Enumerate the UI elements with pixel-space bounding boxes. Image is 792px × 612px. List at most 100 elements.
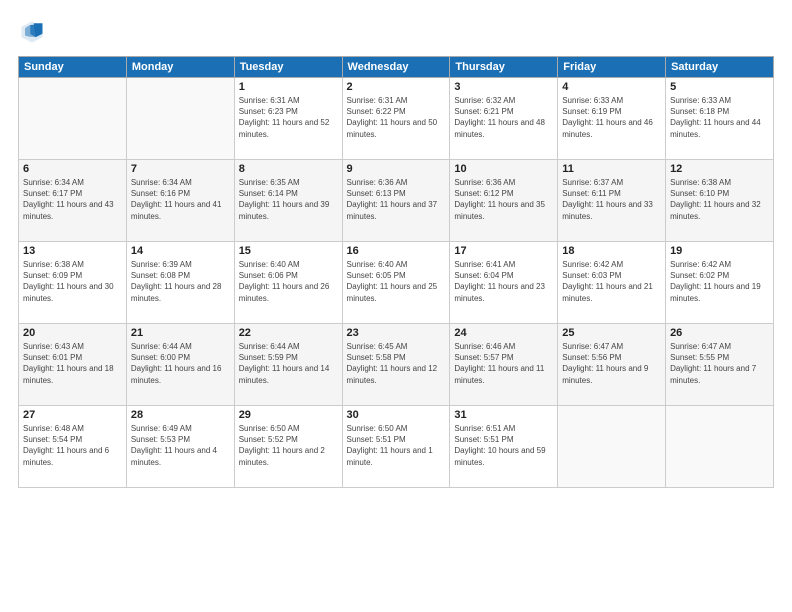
day-number: 21 — [131, 327, 230, 339]
calendar-cell: 26 Sunrise: 6:47 AMSunset: 5:55 PMDayligh… — [666, 324, 774, 406]
day-number: 30 — [347, 409, 446, 421]
header-thursday: Thursday — [450, 57, 558, 78]
calendar-cell: 29 Sunrise: 6:50 AMSunset: 5:52 PMDayligh… — [234, 406, 342, 488]
day-number: 19 — [670, 245, 769, 257]
day-number: 2 — [347, 81, 446, 93]
calendar-cell: 4Sunrise: 6:33 AMSunset: 6:19 PMDaylight… — [558, 78, 666, 160]
day-number: 10 — [454, 163, 553, 175]
day-detail: Sunrise: 6:45 AMSunset: 5:58 PMDaylight:… — [347, 341, 446, 386]
header-friday: Friday — [558, 57, 666, 78]
day-number: 31 — [454, 409, 553, 421]
day-detail: Sunrise: 6:38 AMSunset: 6:09 PMDaylight:… — [23, 259, 122, 304]
logo — [18, 18, 50, 46]
header-tuesday: Tuesday — [234, 57, 342, 78]
day-detail: Sunrise: 6:34 AMSunset: 6:16 PMDaylight:… — [131, 177, 230, 222]
day-number: 20 — [23, 327, 122, 339]
calendar-cell: 31 Sunrise: 6:51 AMSunset: 5:51 PMDayligh… — [450, 406, 558, 488]
calendar-cell: 9 Sunrise: 6:36 AMSunset: 6:13 PMDaylight… — [342, 160, 450, 242]
day-number: 18 — [562, 245, 661, 257]
day-number: 4 — [562, 81, 661, 93]
day-number: 29 — [239, 409, 338, 421]
day-number: 17 — [454, 245, 553, 257]
day-detail: Sunrise: 6:36 AMSunset: 6:13 PMDaylight:… — [347, 177, 446, 222]
day-detail: Sunrise: 6:40 AMSunset: 6:05 PMDaylight:… — [347, 259, 446, 304]
calendar-cell: 1 Sunrise: 6:31 AMSunset: 6:23 PMDaylight… — [234, 78, 342, 160]
header-row: SundayMondayTuesdayWednesdayThursdayFrid… — [19, 57, 774, 78]
day-detail: Sunrise: 6:42 AMSunset: 6:03 PMDaylight:… — [562, 259, 661, 304]
day-detail: Sunrise: 6:44 AMSunset: 6:00 PMDaylight:… — [131, 341, 230, 386]
day-number: 15 — [239, 245, 338, 257]
calendar-cell: 6Sunrise: 6:34 AMSunset: 6:17 PMDaylight… — [19, 160, 127, 242]
calendar-cell: 13 Sunrise: 6:38 AMSunset: 6:09 PMDayligh… — [19, 242, 127, 324]
logo-icon — [18, 18, 46, 46]
day-detail: Sunrise: 6:39 AMSunset: 6:08 PMDaylight:… — [131, 259, 230, 304]
day-detail: Sunrise: 6:47 AMSunset: 5:55 PMDaylight:… — [670, 341, 769, 386]
calendar-cell: 12 Sunrise: 6:38 AMSunset: 6:10 PMDayligh… — [666, 160, 774, 242]
day-detail: Sunrise: 6:50 AMSunset: 5:52 PMDaylight:… — [239, 423, 338, 468]
day-number: 25 — [562, 327, 661, 339]
day-number: 26 — [670, 327, 769, 339]
calendar-cell: 14 Sunrise: 6:39 AMSunset: 6:08 PMDayligh… — [126, 242, 234, 324]
day-detail: Sunrise: 6:35 AMSunset: 6:14 PMDaylight:… — [239, 177, 338, 222]
day-detail: Sunrise: 6:42 AMSunset: 6:02 PMDaylight:… — [670, 259, 769, 304]
header-wednesday: Wednesday — [342, 57, 450, 78]
calendar-cell: 20 Sunrise: 6:43 AMSunset: 6:01 PMDayligh… — [19, 324, 127, 406]
day-number: 11 — [562, 163, 661, 175]
day-detail: Sunrise: 6:38 AMSunset: 6:10 PMDaylight:… — [670, 177, 769, 222]
calendar-cell: 27 Sunrise: 6:48 AMSunset: 5:54 PMDayligh… — [19, 406, 127, 488]
day-detail: Sunrise: 6:47 AMSunset: 5:56 PMDaylight:… — [562, 341, 661, 386]
calendar-cell: 24Sunrise: 6:46 AMSunset: 5:57 PMDayligh… — [450, 324, 558, 406]
week-row-2: 6Sunrise: 6:34 AMSunset: 6:17 PMDaylight… — [19, 160, 774, 242]
calendar-cell: 8 Sunrise: 6:35 AMSunset: 6:14 PMDaylight… — [234, 160, 342, 242]
calendar-cell: 28Sunrise: 6:49 AMSunset: 5:53 PMDayligh… — [126, 406, 234, 488]
calendar-cell: 11 Sunrise: 6:37 AMSunset: 6:11 PMDayligh… — [558, 160, 666, 242]
day-number: 3 — [454, 81, 553, 93]
calendar-cell: 23 Sunrise: 6:45 AMSunset: 5:58 PMDayligh… — [342, 324, 450, 406]
day-number: 5 — [670, 81, 769, 93]
calendar-cell: 17 Sunrise: 6:41 AMSunset: 6:04 PMDayligh… — [450, 242, 558, 324]
day-detail: Sunrise: 6:43 AMSunset: 6:01 PMDaylight:… — [23, 341, 122, 386]
day-number: 7 — [131, 163, 230, 175]
day-number: 16 — [347, 245, 446, 257]
day-detail: Sunrise: 6:37 AMSunset: 6:11 PMDaylight:… — [562, 177, 661, 222]
calendar-page: SundayMondayTuesdayWednesdayThursdayFrid… — [0, 0, 792, 612]
calendar-cell: 16 Sunrise: 6:40 AMSunset: 6:05 PMDayligh… — [342, 242, 450, 324]
day-number: 22 — [239, 327, 338, 339]
day-detail: Sunrise: 6:48 AMSunset: 5:54 PMDaylight:… — [23, 423, 122, 468]
day-number: 14 — [131, 245, 230, 257]
calendar-cell: 22 Sunrise: 6:44 AMSunset: 5:59 PMDayligh… — [234, 324, 342, 406]
calendar-cell — [666, 406, 774, 488]
day-detail: Sunrise: 6:41 AMSunset: 6:04 PMDaylight:… — [454, 259, 553, 304]
calendar-table: SundayMondayTuesdayWednesdayThursdayFrid… — [18, 56, 774, 488]
calendar-cell: 21 Sunrise: 6:44 AMSunset: 6:00 PMDayligh… — [126, 324, 234, 406]
day-number: 9 — [347, 163, 446, 175]
day-detail: Sunrise: 6:36 AMSunset: 6:12 PMDaylight:… — [454, 177, 553, 222]
calendar-cell — [558, 406, 666, 488]
calendar-cell: 25 Sunrise: 6:47 AMSunset: 5:56 PMDayligh… — [558, 324, 666, 406]
day-detail: Sunrise: 6:31 AMSunset: 6:22 PMDaylight:… — [347, 95, 446, 140]
week-row-3: 13 Sunrise: 6:38 AMSunset: 6:09 PMDayligh… — [19, 242, 774, 324]
day-number: 12 — [670, 163, 769, 175]
day-number: 13 — [23, 245, 122, 257]
calendar-cell: 30Sunrise: 6:50 AMSunset: 5:51 PMDayligh… — [342, 406, 450, 488]
day-number: 1 — [239, 81, 338, 93]
day-detail: Sunrise: 6:32 AMSunset: 6:21 PMDaylight:… — [454, 95, 553, 140]
day-detail: Sunrise: 6:51 AMSunset: 5:51 PMDaylight:… — [454, 423, 553, 468]
day-detail: Sunrise: 6:44 AMSunset: 5:59 PMDaylight:… — [239, 341, 338, 386]
calendar-cell — [126, 78, 234, 160]
day-detail: Sunrise: 6:46 AMSunset: 5:57 PMDaylight:… — [454, 341, 553, 386]
day-detail: Sunrise: 6:34 AMSunset: 6:17 PMDaylight:… — [23, 177, 122, 222]
calendar-cell: 7 Sunrise: 6:34 AMSunset: 6:16 PMDaylight… — [126, 160, 234, 242]
day-detail: Sunrise: 6:31 AMSunset: 6:23 PMDaylight:… — [239, 95, 338, 140]
day-number: 8 — [239, 163, 338, 175]
day-detail: Sunrise: 6:33 AMSunset: 6:18 PMDaylight:… — [670, 95, 769, 140]
header — [18, 18, 774, 46]
day-number: 27 — [23, 409, 122, 421]
header-monday: Monday — [126, 57, 234, 78]
calendar-cell: 3 Sunrise: 6:32 AMSunset: 6:21 PMDaylight… — [450, 78, 558, 160]
week-row-1: 1 Sunrise: 6:31 AMSunset: 6:23 PMDaylight… — [19, 78, 774, 160]
calendar-cell: 2 Sunrise: 6:31 AMSunset: 6:22 PMDaylight… — [342, 78, 450, 160]
calendar-cell: 10 Sunrise: 6:36 AMSunset: 6:12 PMDayligh… — [450, 160, 558, 242]
day-number: 23 — [347, 327, 446, 339]
header-saturday: Saturday — [666, 57, 774, 78]
